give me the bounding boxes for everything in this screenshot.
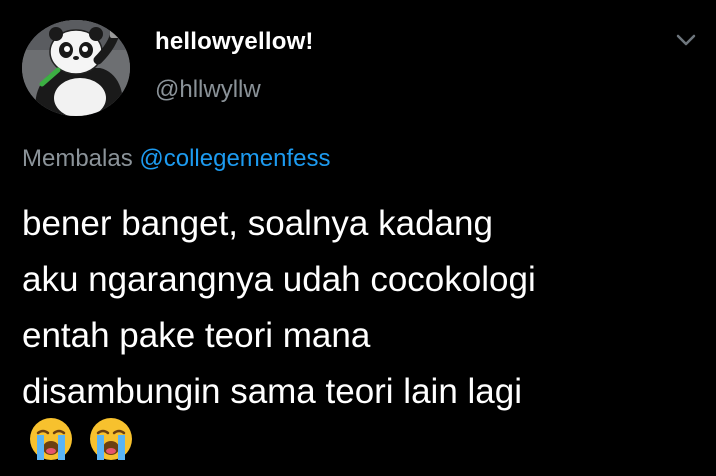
- tweet-text-line: entah pake teori mana: [22, 316, 371, 355]
- loudly-crying-face-emoji: [88, 416, 134, 462]
- tweet-card: hellowyellow! @hllwyllw Membalas @colleg…: [0, 0, 716, 476]
- chevron-down-icon[interactable]: [672, 28, 700, 52]
- display-name[interactable]: hellowyellow!: [155, 28, 314, 56]
- avatar[interactable]: [22, 20, 130, 116]
- loudly-crying-face-emoji: [28, 416, 74, 462]
- emoji-row: [28, 416, 144, 466]
- tweet-text-line: aku ngarangnya udah cocokologi: [22, 260, 536, 299]
- tweet-text-line: disambungin sama teori lain lagi: [22, 372, 522, 411]
- user-handle[interactable]: @hllwyllw: [155, 76, 261, 104]
- tweet-text: bener banget, soalnya kadang aku ngarang…: [22, 196, 702, 420]
- panda-avatar-image: [22, 20, 130, 116]
- reply-prefix: Membalas: [22, 145, 133, 172]
- reply-context: Membalas @collegemenfess: [22, 145, 331, 173]
- tweet-text-line: bener banget, soalnya kadang: [22, 204, 493, 243]
- reply-mention-link[interactable]: @collegemenfess: [139, 145, 330, 172]
